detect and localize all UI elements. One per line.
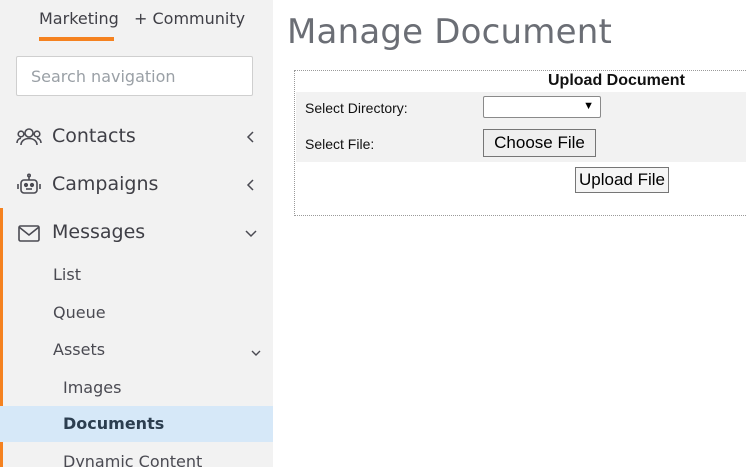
chevron-left-icon <box>244 177 258 191</box>
chevron-down-icon <box>244 225 258 239</box>
sidebar-subitem-queue[interactable]: Queue <box>0 295 273 331</box>
tab-community-label: + Community <box>134 9 246 28</box>
page-title: Manage Document <box>287 12 613 52</box>
sidebar-item-campaigns[interactable]: Campaigns <box>0 165 273 205</box>
tab-marketing-label: Marketing <box>39 9 119 28</box>
sidebar-subitem-label: List <box>53 265 81 284</box>
select-directory-label: Select Directory: <box>305 100 408 116</box>
sidebar-subitem-assets[interactable]: Assets <box>0 332 273 368</box>
tab-community[interactable]: + Community <box>134 9 245 28</box>
choose-file-button[interactable]: Choose File <box>483 129 596 157</box>
search-input[interactable] <box>16 56 253 96</box>
chevron-left-icon <box>244 129 258 143</box>
sidebar-subitem-dynamic-content[interactable]: Dynamic Content <box>0 444 273 467</box>
upload-panel-heading: Upload Document <box>548 72 685 89</box>
sidebar-item-label: Contacts <box>52 125 136 147</box>
sidebar-item-label: Campaigns <box>52 173 159 195</box>
sidebar-top-tabs: Marketing + Community <box>0 0 273 48</box>
users-icon <box>16 125 42 149</box>
chevron-down-icon <box>250 344 262 356</box>
sidebar-item-messages[interactable]: Messages <box>0 213 273 253</box>
select-file-label: Select File: <box>305 136 375 152</box>
robot-icon <box>16 173 42 197</box>
sidebar-subitem-documents[interactable]: Documents <box>0 406 273 442</box>
sidebar-subitem-label: Queue <box>53 303 106 322</box>
sidebar-subitem-list[interactable]: List <box>0 257 273 293</box>
sidebar-item-contacts[interactable]: Contacts <box>0 117 273 157</box>
directory-select[interactable]: ▼ <box>483 96 601 118</box>
envelope-icon <box>16 221 42 245</box>
sidebar-subitem-label: Dynamic Content <box>63 452 203 467</box>
sidebar-subitem-label: Documents <box>63 414 165 433</box>
active-tab-underline <box>39 37 114 41</box>
tab-marketing[interactable]: Marketing <box>39 9 119 41</box>
sidebar-subitem-label: Assets <box>53 340 106 359</box>
sidebar-subitem-label: Images <box>63 378 122 397</box>
dropdown-arrow-icon: ▼ <box>583 100 594 112</box>
sidebar-item-label: Messages <box>52 221 146 243</box>
sidebar: Marketing + Community Contacts <box>0 0 273 467</box>
upload-file-button[interactable]: Upload File <box>575 167 669 193</box>
sidebar-subitem-images[interactable]: Images <box>0 370 273 406</box>
